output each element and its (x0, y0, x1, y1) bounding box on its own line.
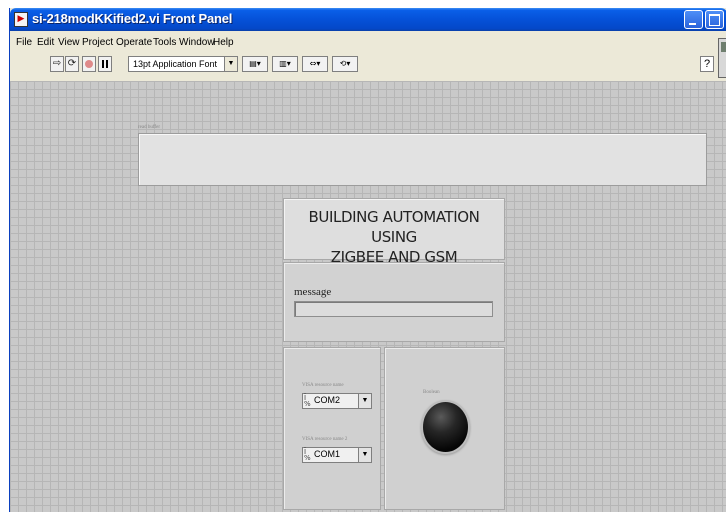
chevron-down-icon[interactable]: ▼ (358, 448, 371, 462)
font-select[interactable]: 13pt Application Font ▼ (128, 56, 238, 72)
visa2-label: VISA resource name 2 (302, 437, 348, 442)
title-banner: BUILDING AUTOMATION USING ZIGBEE AND GSM (283, 198, 505, 266)
maximize-button[interactable] (705, 10, 724, 29)
resize-objects-icon[interactable]: ⇔▾ (302, 56, 328, 72)
led-panel: Boolean (384, 347, 505, 510)
chevron-down-icon[interactable]: ▼ (358, 394, 371, 408)
title-bar[interactable]: ▶ si-218modKKified2.vi Front Panel (10, 8, 726, 31)
align-objects-icon[interactable]: ▤▾ (242, 56, 268, 72)
toolbar: ⇨ ⟳ 13pt Application Font ▼ ▤▾ ▥▾ ⇔▾ ⟲▾ … (10, 53, 726, 79)
menu-view[interactable]: View (58, 37, 80, 48)
minimize-button[interactable] (684, 10, 703, 29)
message-panel: message (283, 262, 505, 342)
visa1-label: VISA resource name (302, 383, 344, 388)
message-field[interactable] (294, 301, 493, 317)
help-icon[interactable]: ? (700, 56, 714, 72)
menu-bar: File Edit View Project Operate Tools Win… (10, 35, 726, 51)
window-title: si-218modKKified2.vi Front Panel (32, 11, 233, 26)
pause-icon[interactable] (98, 56, 112, 72)
vi-icon: ▶ (14, 12, 28, 27)
read-buffer-label: read buffer (138, 125, 160, 130)
visa-icon: Ī% (304, 394, 311, 408)
labview-window: ▶ si-218modKKified2.vi Front Panel File … (9, 8, 726, 512)
read-buffer-indicator[interactable] (138, 133, 707, 186)
vi-connector-icon[interactable] (718, 38, 726, 78)
front-panel-canvas: read buffer BUILDING AUTOMATION USING ZI… (10, 81, 726, 512)
title-line-1: BUILDING AUTOMATION USING (308, 208, 480, 246)
menu-help[interactable]: Help (213, 37, 234, 48)
visa1-select[interactable]: Ī% COM2 ▼ (302, 393, 372, 409)
message-label: message (294, 286, 332, 298)
run-continuously-icon[interactable]: ⟳ (65, 56, 79, 72)
run-arrow-icon[interactable]: ⇨ (50, 56, 64, 72)
menu-file[interactable]: File (16, 37, 32, 48)
distribute-objects-icon[interactable]: ▥▾ (272, 56, 298, 72)
menu-tools[interactable]: Tools (153, 37, 176, 48)
boolean-led[interactable] (423, 402, 468, 452)
menu-window[interactable]: Window (179, 37, 215, 48)
visa-icon: Ī% (304, 448, 311, 462)
reorder-icon[interactable]: ⟲▾ (332, 56, 358, 72)
boolean-label: Boolean (423, 390, 440, 395)
menu-operate[interactable]: Operate (116, 37, 152, 48)
menu-project[interactable]: Project (82, 37, 113, 48)
menu-edit[interactable]: Edit (37, 37, 54, 48)
visa-panel: VISA resource name Ī% COM2 ▼ VISA resour… (283, 347, 381, 510)
abort-icon[interactable] (82, 56, 96, 72)
chevron-down-icon: ▼ (224, 57, 237, 71)
visa2-select[interactable]: Ī% COM1 ▼ (302, 447, 372, 463)
